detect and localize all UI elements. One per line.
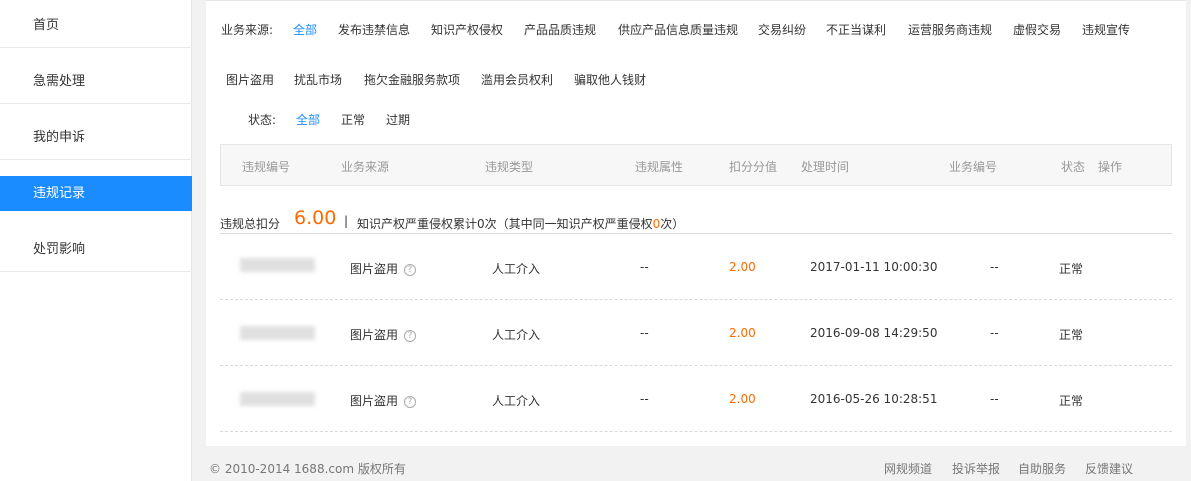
source-option[interactable]: 虚假交易 bbox=[1013, 21, 1061, 38]
redacted-violation-id bbox=[240, 258, 315, 272]
source-option[interactable]: 供应产品信息质量违规 bbox=[618, 21, 738, 38]
column-header-type: 违规类型 bbox=[485, 160, 534, 174]
row-type: 人工介入 bbox=[492, 394, 541, 408]
row-source-text: 图片盗用 bbox=[350, 262, 399, 276]
source-option[interactable]: 产品品质违规 bbox=[524, 21, 596, 38]
status-filter-label: 状态: bbox=[248, 113, 277, 127]
source-option[interactable]: 交易纠纷 bbox=[758, 21, 806, 38]
row-biz-no: -- bbox=[990, 260, 999, 274]
table-row: 图片盗用? 人工介入 -- 2.00 2016-05-26 10:28:51 -… bbox=[220, 366, 1172, 432]
redacted-violation-id bbox=[240, 326, 315, 340]
footer-link-rules[interactable]: 网规频道 bbox=[884, 460, 932, 477]
row-biz-no: -- bbox=[990, 326, 999, 340]
row-biz-no: -- bbox=[990, 392, 999, 406]
source-option[interactable]: 骗取他人钱财 bbox=[574, 71, 646, 88]
summary-separator: | bbox=[344, 214, 349, 228]
table-row: 图片盗用? 人工介入 -- 2.00 2017-01-11 10:00:30 -… bbox=[220, 234, 1172, 300]
footer-link-report[interactable]: 投诉举报 bbox=[952, 460, 1000, 477]
column-header-attribute: 违规属性 bbox=[635, 160, 684, 174]
row-type: 人工介入 bbox=[492, 262, 541, 276]
sidebar-item-appeals[interactable]: 我的申诉 bbox=[0, 116, 192, 160]
column-header-source: 业务来源 bbox=[341, 160, 390, 174]
source-filter-label: 业务来源: bbox=[221, 23, 274, 37]
ip-infringement-summary: 知识产权严重侵权累计0次（其中同一知识产权严重侵权0次） bbox=[357, 215, 684, 232]
help-icon[interactable]: ? bbox=[404, 264, 417, 276]
row-source: 图片盗用? bbox=[350, 260, 417, 277]
sidebar-item-home[interactable]: 首页 bbox=[0, 4, 192, 48]
row-source-text: 图片盗用 bbox=[350, 394, 399, 408]
table-row: 图片盗用? 人工介入 -- 2.00 2016-09-08 14:29:50 -… bbox=[220, 300, 1172, 366]
penalty-summary: 违规总扣分 6.00 | 知识产权严重侵权累计0次（其中同一知识产权严重侵权0次… bbox=[220, 207, 1172, 234]
row-attribute: -- bbox=[640, 392, 649, 406]
footer-link-feedback[interactable]: 反馈建议 bbox=[1085, 460, 1133, 477]
source-option[interactable]: 发布违禁信息 bbox=[338, 21, 410, 38]
source-option[interactable]: 知识产权侵权 bbox=[431, 21, 503, 38]
summary-text: 知识产权严重侵权累计0次（其中同一知识产权严重侵权 bbox=[357, 217, 653, 231]
status-option-expired[interactable]: 过期 bbox=[386, 111, 410, 128]
help-icon[interactable]: ? bbox=[404, 330, 417, 342]
source-option[interactable]: 拖欠金融服务款项 bbox=[364, 71, 460, 88]
column-header-violation-id: 违规编号 bbox=[242, 160, 291, 174]
row-score: 2.00 bbox=[729, 326, 756, 340]
total-score-value: 6.00 bbox=[294, 207, 337, 229]
column-header-time: 处理时间 bbox=[801, 160, 850, 174]
summary-text-end: 次） bbox=[660, 217, 685, 231]
sidebar-item-urgent[interactable]: 急需处理 bbox=[0, 60, 192, 104]
status-option-all[interactable]: 全部 bbox=[296, 111, 320, 128]
row-source-text: 图片盗用 bbox=[350, 328, 399, 342]
row-status: 正常 bbox=[1059, 328, 1084, 342]
row-source: 图片盗用? bbox=[350, 326, 417, 343]
column-header-action: 操作 bbox=[1098, 160, 1123, 174]
row-score: 2.00 bbox=[729, 392, 756, 406]
source-option[interactable]: 扰乱市场 bbox=[294, 71, 342, 88]
row-status: 正常 bbox=[1059, 262, 1084, 276]
status-option-normal[interactable]: 正常 bbox=[341, 111, 365, 128]
row-attribute: -- bbox=[640, 326, 649, 340]
redacted-violation-id bbox=[240, 392, 315, 406]
row-source: 图片盗用? bbox=[350, 392, 417, 409]
row-time: 2017-01-11 10:00:30 bbox=[810, 260, 938, 274]
row-status: 正常 bbox=[1059, 394, 1084, 408]
copyright: © 2010-2014 1688.com 版权所有 bbox=[209, 462, 406, 476]
footer-link-self-service[interactable]: 自助服务 bbox=[1018, 460, 1066, 477]
source-option[interactable]: 运营服务商违规 bbox=[908, 21, 992, 38]
source-option[interactable]: 滥用会员权利 bbox=[481, 71, 553, 88]
row-type: 人工介入 bbox=[492, 328, 541, 342]
source-option[interactable]: 违规宣传 bbox=[1082, 21, 1130, 38]
row-time: 2016-05-26 10:28:51 bbox=[810, 392, 938, 406]
column-header-status: 状态 bbox=[1061, 160, 1086, 174]
help-icon[interactable]: ? bbox=[404, 396, 417, 408]
row-time: 2016-09-08 14:29:50 bbox=[810, 326, 938, 340]
sidebar-item-violations[interactable]: 违规记录 bbox=[0, 176, 192, 211]
main-panel: 业务来源: 全部 发布违禁信息 知识产权侵权 产品品质违规 供应产品信息质量违规… bbox=[206, 0, 1186, 446]
column-header-biz-no: 业务编号 bbox=[949, 160, 998, 174]
sidebar-item-penalty-impact[interactable]: 处罚影响 bbox=[0, 228, 192, 272]
column-header-score: 扣分分值 bbox=[729, 160, 778, 174]
source-option[interactable]: 图片盗用 bbox=[226, 71, 274, 88]
table-header: 违规编号 业务来源 违规类型 违规属性 扣分分值 处理时间 业务编号 状态 操作 bbox=[220, 144, 1172, 186]
row-attribute: -- bbox=[640, 260, 649, 274]
source-option-all[interactable]: 全部 bbox=[293, 21, 317, 38]
row-score: 2.00 bbox=[729, 260, 756, 274]
sidebar: 首页 急需处理 我的申诉 违规记录 处罚影响 bbox=[0, 0, 192, 481]
source-option[interactable]: 不正当谋利 bbox=[826, 21, 886, 38]
footer: © 2010-2014 1688.com 版权所有 网规频道 投诉举报 自助服务… bbox=[206, 452, 1186, 481]
total-score-label: 违规总扣分 bbox=[220, 217, 281, 231]
